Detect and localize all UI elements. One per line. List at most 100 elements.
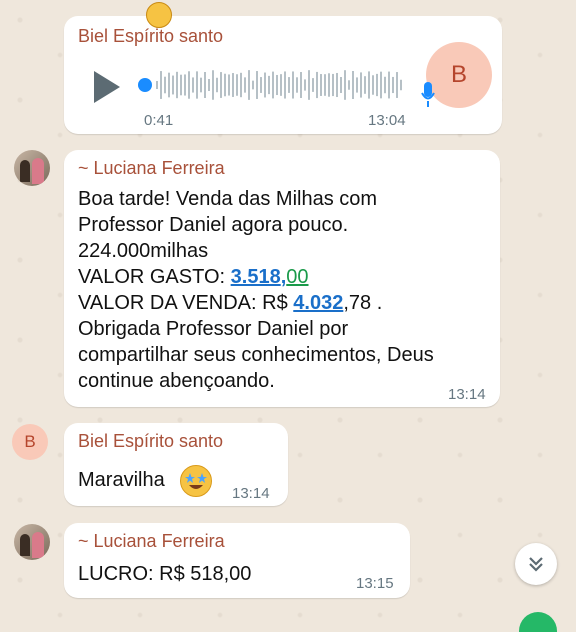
waveform-bar [172,75,174,95]
label-text: VALOR GASTO: [78,266,231,288]
message-bubble[interactable]: ~ Luciana Ferreira LUCRO: R$ 518,00 13:1… [64,523,410,598]
message-text: LUCRO: R$ 518,00 [78,563,252,585]
waveform-bar [340,77,342,93]
waveform-bar [156,81,158,89]
message-line: compartilhar seus conhecimentos, Deus [78,344,434,366]
waveform-bar [308,70,310,100]
waveform-bar [280,74,282,96]
waveform-bar [312,78,314,92]
waveform-bar [168,72,170,98]
waveform-bar [264,72,266,98]
waveform-bar [248,70,250,100]
waveform-bar [328,73,330,97]
waveform-bar [252,80,254,90]
waveform-bar [160,71,162,99]
waveform-bar [292,71,294,99]
message-line: Boa tarde! Venda das Milhas com [78,188,378,210]
waveform-bar [188,71,190,99]
voice-time: 13:04 [368,112,406,129]
message-time: 13:15 [356,575,394,592]
message-time: 13:14 [448,386,486,403]
value-text: ,78 . [343,292,383,314]
message-line: continue abençoando. [78,370,275,392]
waveform[interactable] [156,68,406,102]
sender-name: ~ Luciana Ferreira [78,531,225,551]
scroll-to-bottom-button[interactable] [515,543,557,585]
waveform-bar [236,74,238,96]
waveform-bar [392,76,394,94]
waveform-bar [352,71,354,99]
voice-message-bubble[interactable]: Biel Espírito santo 0:41 13:04 B [64,2,502,134]
reaction-emoji-icon [146,2,172,28]
sender-name: Biel Espírito santo [78,431,224,451]
sender-avatar[interactable] [14,150,50,186]
double-chevron-down-icon [529,557,543,572]
message-line: VALOR GASTO: 3.518,00 [78,264,498,290]
waveform-bar [364,76,366,94]
phone-link-decimal[interactable]: 00 [286,266,308,288]
avatar-letter: B [24,432,36,451]
sender-name: ~ Luciana Ferreira [78,158,225,178]
waveform-bar [184,74,186,96]
waveform-bar [216,77,218,93]
waveform-bar [300,72,302,98]
waveform-bar [232,73,234,97]
waveform-bar [288,77,290,93]
label-text: VALOR DA VENDA: R$ [78,292,294,314]
message-text: Boa tarde! Venda das Milhas com Professo… [78,186,498,394]
waveform-bar [272,71,274,99]
waveform-bar [348,80,350,90]
message-text: Maravilha [78,469,165,491]
waveform-bar [368,71,370,99]
message-line: Professor Daniel agora pouco. [78,214,349,236]
waveform-bar [336,72,338,98]
message-line: VALOR DA VENDA: R$ 4.032,78 . [78,290,498,316]
waveform-bar [400,79,402,91]
waveform-bar [196,71,198,99]
waveform-bar [208,79,210,91]
waveform-bar [344,70,346,100]
play-icon[interactable] [94,71,120,103]
waveform-bar [224,73,226,97]
waveform-bar [396,72,398,98]
message-line: Obrigada Professor Daniel por [78,318,349,340]
star-struck-emoji-icon [180,465,212,497]
waveform-bar [296,77,298,93]
waveform-bar [320,74,322,96]
waveform-bar [244,77,246,93]
waveform-bar [192,77,194,93]
phone-link[interactable]: 4.032 [293,292,343,314]
waveform-bar [220,72,222,98]
waveform-bar [268,75,270,95]
message-time: 13:14 [232,485,270,502]
waveform-bar [212,70,214,100]
waveform-bar [388,71,390,99]
waveform-bar [164,76,166,94]
sender-avatar[interactable] [14,524,50,560]
waveform-bar [316,71,318,99]
waveform-bar [376,73,378,97]
waveform-bar [200,77,202,93]
waveform-bar [260,77,262,93]
message-bubble[interactable]: ~ Luciana Ferreira Boa tarde! Venda das … [64,150,500,407]
waveform-bar [324,74,326,96]
waveform-bar [256,71,258,99]
waveform-bar [360,72,362,98]
phone-link[interactable]: 3.518 [231,266,281,288]
waveform-bar [356,77,358,93]
playback-position-dot[interactable] [138,78,152,92]
avatar-letter: B [450,61,467,88]
waveform-bar [384,76,386,94]
waveform-bar [240,72,242,98]
waveform-bar [372,75,374,95]
message-line: 224.000milhas [78,240,209,262]
waveform-bar [332,73,334,97]
sender-avatar[interactable]: B [12,424,48,460]
waveform-bar [380,71,382,99]
waveform-bar [180,74,182,96]
waveform-bar [284,71,286,99]
waveform-bar [176,71,178,99]
waveform-bar [228,74,230,96]
message-bubble[interactable]: Biel Espírito santo Maravilha 13:14 [64,423,288,506]
sender-name: Biel Espírito santo [78,26,224,46]
